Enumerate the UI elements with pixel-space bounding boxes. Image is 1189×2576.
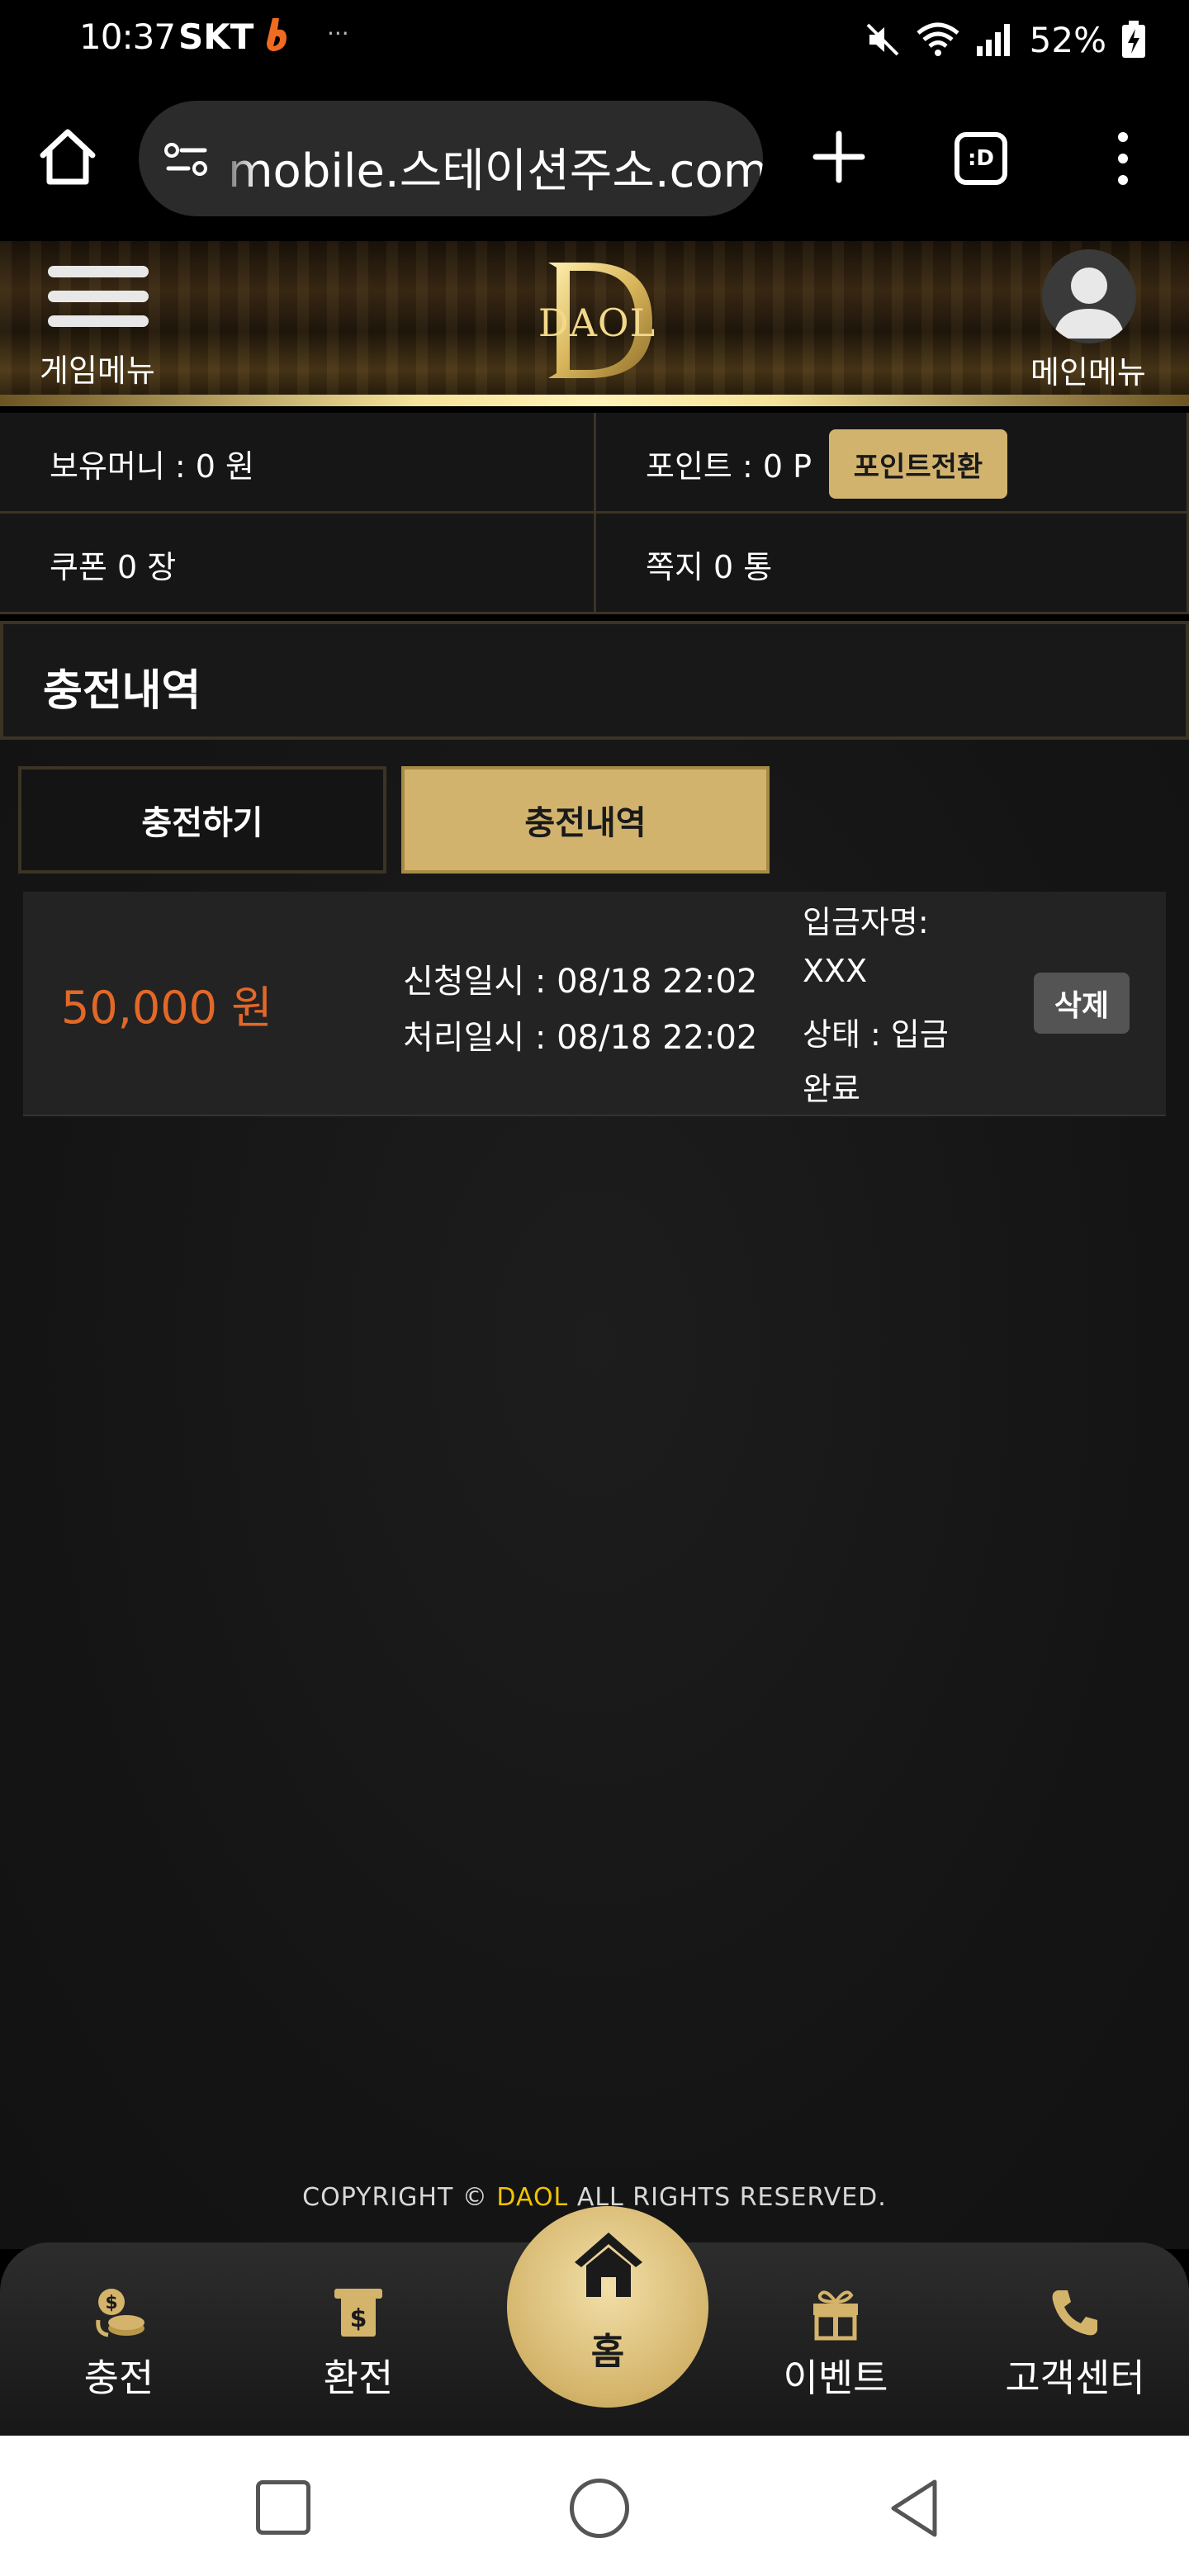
header-gold-divider [0,395,1189,406]
nav-charge[interactable]: $ 충전 [36,2284,201,2403]
money-cell: 보유머니 : 0 원 [0,413,596,514]
site-header: 게임메뉴 DAOL 메인메뉴 [0,241,1189,406]
message-count[interactable]: 쪽지 0 통 [646,542,772,587]
mute-icon [866,23,899,56]
record-depositor: XXX [803,953,868,989]
status-carrier: SKT [178,17,254,57]
svg-text:$: $ [350,2304,367,2333]
android-nav-bar [0,2436,1189,2576]
home-icon [575,2233,642,2297]
browser-home-icon[interactable] [36,125,99,188]
game-menu-icon[interactable] [48,266,152,337]
battery-percent: 52% [1029,19,1106,60]
status-more-indicator: ··· [327,20,349,47]
nav-support[interactable]: 고객센터 [992,2284,1158,2403]
tab-switcher-button[interactable]: :D [955,132,1007,185]
main-menu-avatar-icon[interactable] [1042,249,1136,343]
battery-charging-icon [1122,21,1145,58]
browser-menu-icon[interactable] [1106,129,1139,188]
record-status: 상태 : 입금 [803,1016,949,1053]
charge-coin-icon: $ [96,2289,144,2337]
wifi-icon [917,22,959,56]
record-depositor-label: 입금자명: [803,904,929,940]
tab-charge[interactable]: 충전하기 [18,766,386,874]
nav-home-label[interactable]: 홈 [507,2322,708,2375]
back-icon[interactable] [885,2475,943,2541]
recent-apps-icon[interactable] [256,2480,310,2535]
site-settings-icon[interactable] [163,139,210,180]
nav-exchange[interactable]: $ 환전 [276,2284,441,2403]
browser-toolbar: mobile.스테이션주소.com :D [0,79,1189,241]
coupon-count[interactable]: 쿠폰 0 장 [50,542,176,587]
address-bar[interactable]: mobile.스테이션주소.com [139,101,763,216]
main-menu-label[interactable]: 메인메뉴 [1030,347,1146,392]
nav-support-label[interactable]: 고객센터 [992,2348,1158,2403]
signal-icon [976,24,1010,56]
main-content: 충전하기 충전내역 50,000 원 신청일시 : 08/18 22:02 처리… [0,740,1189,2249]
message-cell[interactable]: 쪽지 0 통 [596,514,1189,614]
android-home-icon[interactable] [570,2479,629,2538]
game-menu-label[interactable]: 게임메뉴 [40,345,155,391]
notification-app-icon [267,18,287,51]
status-time: 10:37 [79,17,176,57]
status-bar: 10:37 SKT ··· 52% [0,0,1189,79]
points-balance: 포인트 : 0 P [646,448,812,485]
coupon-cell[interactable]: 쿠폰 0 장 [0,514,596,614]
nav-charge-label[interactable]: 충전 [36,2348,201,2403]
exchange-bill-icon: $ [334,2289,382,2337]
new-tab-icon[interactable] [809,127,869,187]
status-right-icons: 52% [865,15,1146,64]
gift-icon [813,2290,858,2341]
record-status-cont: 완료 [803,1071,860,1107]
list-item: 50,000 원 신청일시 : 08/18 22:02 처리일시 : 08/18… [23,892,1166,1116]
point-convert-button[interactable]: 포인트전환 [829,429,1007,499]
logo-text: DAOL [538,301,656,345]
record-processed-time: 처리일시 : 08/18 22:02 [403,1019,758,1057]
svg-text:$: $ [105,2293,117,2313]
page-title-bar: 충전내역 [0,621,1189,740]
delete-button[interactable]: 삭제 [1034,973,1130,1034]
record-amount: 50,000 원 [61,982,272,1034]
copyright-prefix: COPYRIGHT © [302,2183,497,2212]
url-text[interactable]: mobile.스테이션주소.com [228,134,763,201]
nav-home[interactable]: 홈 [507,2206,708,2408]
phone-icon [1052,2290,1097,2336]
record-requested-time: 신청일시 : 08/18 22:02 [403,963,758,1001]
page-title: 충전내역 [43,666,201,716]
nav-event-label[interactable]: 이벤트 [753,2348,918,2403]
tab-charge-history[interactable]: 충전내역 [401,766,770,874]
points-cell: 포인트 : 0 P 포인트전환 [596,413,1189,514]
nav-event[interactable]: 이벤트 [753,2284,918,2403]
nav-exchange-label[interactable]: 환전 [276,2348,441,2403]
copyright-brand: DAOL [496,2183,569,2212]
account-info-panel: 보유머니 : 0 원 포인트 : 0 P 포인트전환 쿠폰 0 장 쪽지 0 통 [0,413,1189,614]
url-fade [210,101,259,216]
money-balance: 보유머니 : 0 원 [50,448,255,485]
